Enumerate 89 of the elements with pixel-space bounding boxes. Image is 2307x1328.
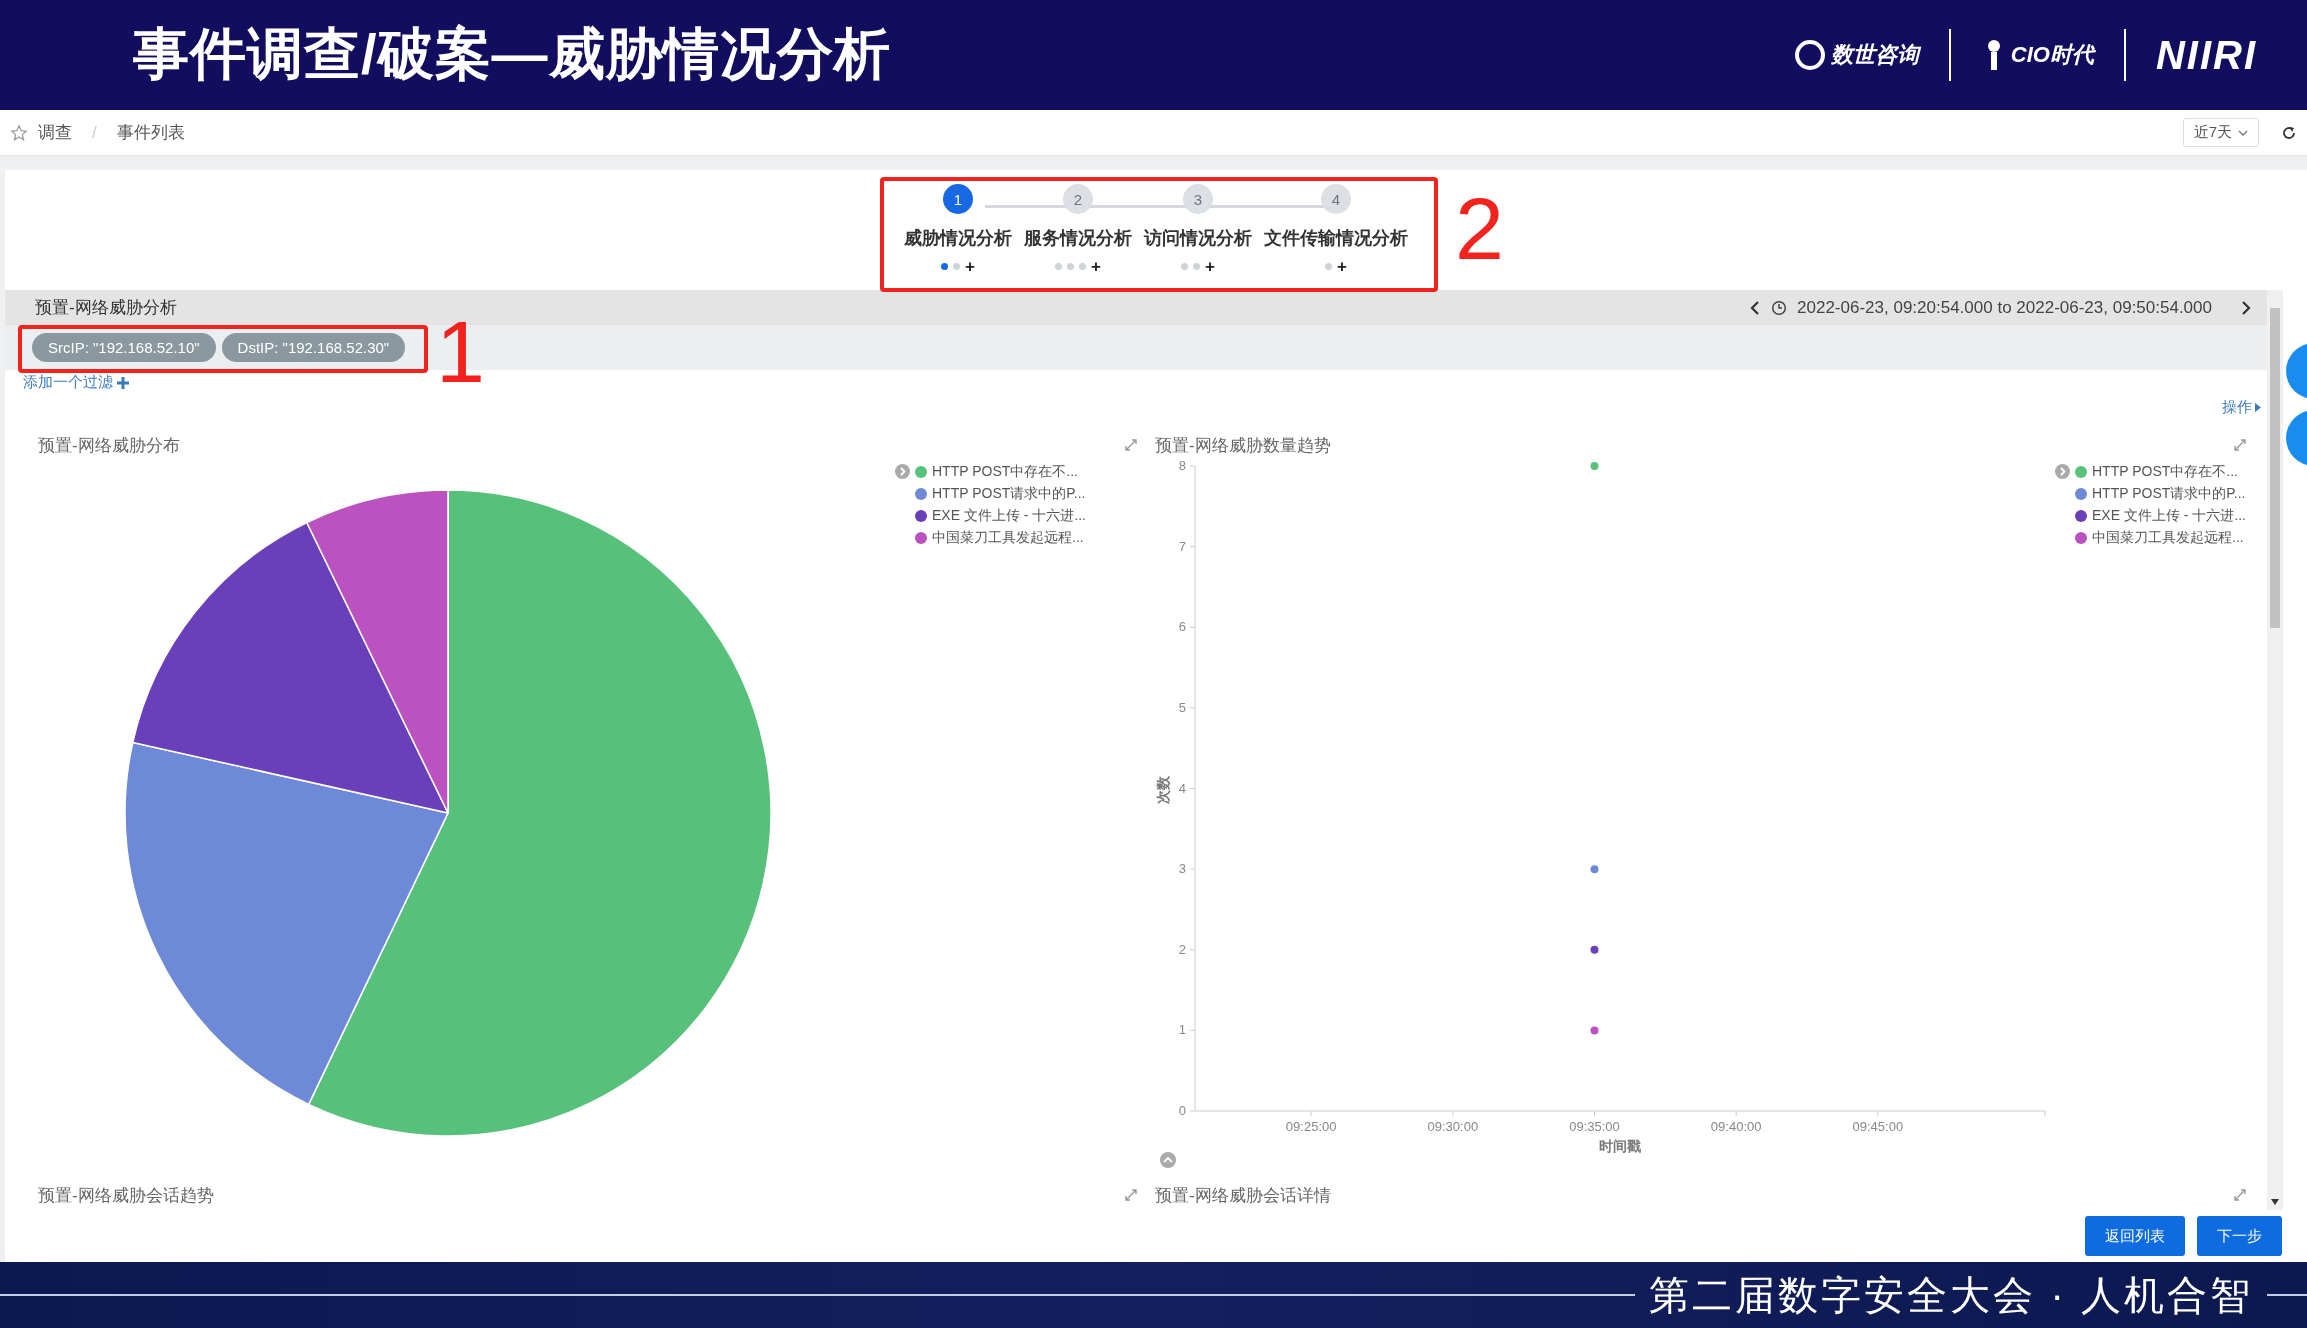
add-page-icon[interactable]: + <box>965 258 975 275</box>
expand-icon[interactable] <box>1124 1188 1138 1202</box>
logo: NIIRI <box>2155 32 2257 78</box>
page-dot[interactable] <box>1079 263 1087 270</box>
pie-slice[interactable] <box>124 741 449 1106</box>
caret-icon[interactable] <box>2255 403 2261 412</box>
actions-link[interactable]: 操作 <box>2222 398 2261 417</box>
data-point[interactable] <box>1590 865 1599 874</box>
step-tab[interactable]: 威胁情况分析 <box>904 226 1012 250</box>
legend-label[interactable]: HTTP POST请求中的P... <box>2092 484 2246 503</box>
step-tab[interactable]: 访问情况分析 <box>1144 226 1252 250</box>
legend-label[interactable]: HTTP POST中存在不... <box>932 462 1078 481</box>
action-button[interactable]: 下一步 <box>2197 1216 2282 1256</box>
x-tick-label: 09:40:00 <box>1710 1119 1762 1134</box>
page-dot[interactable] <box>1325 263 1333 270</box>
time-range[interactable]: 2022-06-23, 09:20:54.000 to 2022-06-23, 09:50:54.000 <box>1797 297 2212 318</box>
section-title: 预置-网络威胁分析 <box>35 297 177 319</box>
y-tick-label: 4 <box>1178 780 1186 796</box>
legend-toggle-icon[interactable] <box>2055 464 2070 479</box>
legend-toggle-icon[interactable] <box>895 464 910 479</box>
next-icon[interactable] <box>2240 299 2252 316</box>
range-dropdown[interactable]: 近7天 <box>2182 118 2259 147</box>
step-number[interactable]: 3 <box>1183 184 1213 214</box>
scrollbar-thumb[interactable] <box>2270 308 2280 628</box>
breadcrumb-item[interactable]: 调查 <box>38 121 72 144</box>
step-number[interactable]: 2 <box>1063 184 1093 214</box>
chart-title: 预置-网络威胁分布 <box>38 434 180 457</box>
step-tab[interactable]: 文件传输情况分析 <box>1264 226 1408 250</box>
add-filter-link[interactable]: 添加一个过滤 <box>23 373 113 392</box>
x-tick-label: 09:30:00 <box>1427 1119 1479 1134</box>
y-tick-label: 7 <box>1178 538 1186 554</box>
plus-icon[interactable] <box>117 376 129 389</box>
breadcrumb-item: / <box>92 122 97 143</box>
collapse-icon[interactable] <box>1160 1152 1176 1168</box>
step-number[interactable]: 1 <box>943 184 973 214</box>
scroll-down-icon[interactable] <box>2270 1198 2280 1206</box>
page-dot[interactable] <box>953 263 961 270</box>
clock-icon <box>1771 299 1788 316</box>
y-tick-label: 8 <box>1178 460 1186 473</box>
refresh-icon[interactable] <box>2281 124 2297 141</box>
pie-slice[interactable] <box>306 489 449 814</box>
y-tick-label: 5 <box>1178 699 1186 715</box>
data-point[interactable] <box>1590 945 1599 954</box>
chart-title: 预置-网络威胁数量趋势 <box>1155 434 1331 457</box>
x-tick-label: 09:35:00 <box>1569 1119 1620 1134</box>
y-tick-label: 6 <box>1178 619 1186 635</box>
data-point[interactable] <box>1590 1026 1599 1035</box>
pie-slice[interactable] <box>132 521 449 814</box>
x-tick-label: 09:25:00 <box>1285 1119 1337 1134</box>
legend-label[interactable]: 中国菜刀工具发起远程... <box>932 528 1084 547</box>
y-axis-title: 次数 <box>1155 776 1171 804</box>
page-dot[interactable] <box>1193 263 1201 270</box>
chart-title: 预置-网络威胁会话趋势 <box>38 1184 214 1207</box>
add-page-icon[interactable]: + <box>1337 258 1347 275</box>
pie-slice[interactable] <box>307 489 772 1137</box>
add-page-icon[interactable]: + <box>1091 258 1101 275</box>
annotation-number: 1 <box>436 308 485 396</box>
legend-label[interactable]: HTTP POST请求中的P... <box>932 484 1086 503</box>
x-axis-title: 时间戳 <box>1599 1138 1641 1154</box>
star-icon[interactable] <box>10 123 28 142</box>
page-dot[interactable] <box>1067 263 1075 270</box>
slide-title: 事件调查/破案—威胁情况分析 <box>133 21 891 87</box>
chart-title: 预置-网络威胁会话详情 <box>1155 1184 1331 1207</box>
action-button[interactable]: 返回列表 <box>2085 1216 2185 1256</box>
expand-icon[interactable] <box>1124 438 1138 452</box>
legend-label[interactable]: EXE 文件上传 - 十六进... <box>932 506 1086 525</box>
page-dot[interactable] <box>941 263 949 270</box>
logo: 数世咨询 <box>1792 38 1919 72</box>
add-page-icon[interactable]: + <box>1205 258 1215 275</box>
caret-icon[interactable] <box>2238 128 2248 137</box>
y-tick-label: 3 <box>1178 861 1186 877</box>
x-tick-label: 09:45:00 <box>1852 1119 1904 1134</box>
expand-icon[interactable] <box>2233 438 2247 452</box>
y-tick-label: 0 <box>1178 1103 1186 1118</box>
legend-label[interactable]: HTTP POST中存在不... <box>2092 462 2238 481</box>
logo: CIO时代 <box>1980 38 2094 72</box>
annotation-number: 2 <box>1455 185 1504 273</box>
breadcrumb-item[interactable]: 事件列表 <box>116 121 185 144</box>
y-tick-label: 1 <box>1178 1022 1186 1038</box>
scrollbar[interactable] <box>2267 290 2283 1210</box>
legend-label[interactable]: EXE 文件上传 - 十六进... <box>2092 506 2246 525</box>
legend-label[interactable]: 中国菜刀工具发起远程... <box>2092 528 2244 547</box>
expand-icon[interactable] <box>2233 1188 2247 1202</box>
step-tab[interactable]: 服务情况分析 <box>1024 226 1132 250</box>
page-dot[interactable] <box>1181 263 1189 270</box>
y-tick-label: 2 <box>1178 941 1186 957</box>
page-dot[interactable] <box>1055 263 1063 270</box>
previous-icon[interactable] <box>1749 299 1762 316</box>
footer-slogan: 第二届数字安全大会 · 人机合智 <box>1649 1271 2253 1319</box>
